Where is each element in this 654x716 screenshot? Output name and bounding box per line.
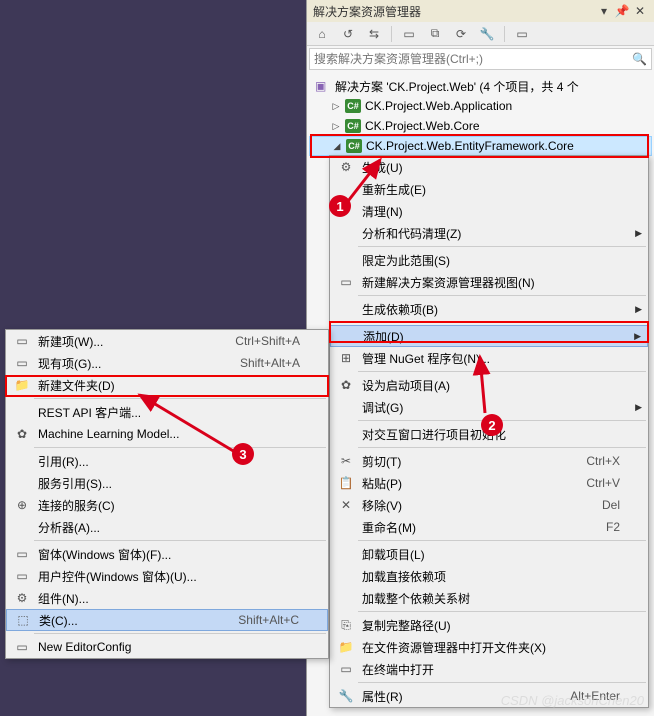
chevron-right-icon: ▶ [634, 331, 641, 342]
menu-copypath[interactable]: ⎘复制完整路径(U) [330, 614, 648, 636]
menu-paste[interactable]: 📋粘贴(P)Ctrl+V [330, 472, 648, 494]
editorconfig-icon: ▭ [10, 636, 34, 658]
csharp-icon: C# [345, 119, 361, 133]
sync-icon[interactable]: ⇆ [363, 24, 385, 44]
annotation-badge-3: 3 [232, 443, 254, 465]
solution-tree: ▣ 解决方案 'CK.Project.Web' (4 个项目，共 4 个 ▷ C… [307, 72, 654, 160]
menu-class[interactable]: ⬚类(C)...Shift+Alt+C [6, 609, 328, 631]
menu-form[interactable]: ▭窗体(Windows 窗体)(F)... [6, 543, 328, 565]
menu-remove[interactable]: ✕移除(V)Del [330, 494, 648, 516]
menu-rest[interactable]: REST API 客户端... [6, 401, 328, 423]
class-icon: ⬚ [11, 609, 35, 631]
menu-cut[interactable]: ✂剪切(T)Ctrl+X [330, 450, 648, 472]
build-icon: ⚙ [334, 156, 358, 178]
component-icon: ⚙ [10, 587, 34, 609]
panel-title: 解决方案资源管理器 [313, 3, 594, 20]
search-input[interactable] [314, 52, 632, 66]
menu-openterm[interactable]: ▭在终端中打开 [330, 658, 648, 680]
menu-builddep[interactable]: 生成依赖项(B)▶ [330, 298, 648, 320]
cut-icon: ✂ [334, 450, 358, 472]
menu-loadtree[interactable]: 加载整个依赖关系树 [330, 587, 648, 609]
delete-icon: ✕ [334, 494, 358, 516]
project-label: CK.Project.Web.Application [365, 99, 512, 113]
show-all-icon[interactable]: ⧉ [424, 24, 446, 44]
menu-scope[interactable]: 限定为此范围(S) [330, 249, 648, 271]
solution-icon: ▣ [315, 79, 331, 93]
menu-loaddep[interactable]: 加载直接依赖项 [330, 565, 648, 587]
menu-rename[interactable]: 重命名(M)F2 [330, 516, 648, 538]
solution-node[interactable]: ▣ 解决方案 'CK.Project.Web' (4 个项目，共 4 个 [309, 76, 652, 96]
menu-analyzer[interactable]: 分析器(A)... [6, 516, 328, 538]
menu-openfolder[interactable]: 📁在文件资源管理器中打开文件夹(X) [330, 636, 648, 658]
chevron-right-icon: ▶ [635, 304, 642, 315]
connected-service-icon: ⊕ [10, 494, 34, 516]
close-icon[interactable]: ✕ [632, 3, 648, 19]
chevron-right-icon: ▶ [635, 228, 642, 239]
project-node[interactable]: ▷ C# CK.Project.Web.Application [309, 96, 652, 116]
project-label: CK.Project.Web.Core [365, 119, 480, 133]
new-item-icon: ▭ [10, 330, 34, 352]
watermark: CSDN @jacksonChen20 [501, 693, 644, 708]
collapse-icon[interactable]: ▭ [398, 24, 420, 44]
menu-component[interactable]: ⚙组件(N)... [6, 587, 328, 609]
expander-icon[interactable]: ▷ [331, 101, 341, 111]
menu-startup[interactable]: ✿设为启动项目(A) [330, 374, 648, 396]
annotation-badge-1: 1 [329, 195, 351, 217]
copy-icon: ⎘ [334, 614, 358, 636]
menu-nuget[interactable]: ⊞管理 NuGet 程序包(N)... [330, 347, 648, 369]
csharp-icon: C# [345, 99, 361, 113]
menu-connsvc[interactable]: ⊕连接的服务(C) [6, 494, 328, 516]
menu-rebuild[interactable]: 重新生成(E) [330, 178, 648, 200]
menu-newfolder[interactable]: 📁新建文件夹(D) [6, 374, 328, 396]
search-icon[interactable]: 🔍 [632, 52, 647, 66]
menu-ml[interactable]: ✿Machine Learning Model... [6, 423, 328, 445]
menu-analyze[interactable]: 分析和代码清理(Z)▶ [330, 222, 648, 244]
menu-editorconfig[interactable]: ▭New EditorConfig [6, 636, 328, 658]
solution-label: 解决方案 'CK.Project.Web' (4 个项目，共 4 个 [335, 78, 579, 95]
home-icon[interactable]: ⌂ [311, 24, 333, 44]
folder-icon: 📁 [10, 374, 34, 396]
menu-clean[interactable]: 清理(N) [330, 200, 648, 222]
add-submenu: ▭新建项(W)...Ctrl+Shift+A ▭现有项(G)...Shift+A… [5, 329, 329, 659]
menu-svcref[interactable]: 服务引用(S)... [6, 472, 328, 494]
wrench-icon: 🔧 [334, 685, 358, 707]
menu-userctl[interactable]: ▭用户控件(Windows 窗体)(U)... [6, 565, 328, 587]
terminal-icon: ▭ [334, 658, 358, 680]
pin-icon[interactable]: 📌 [614, 3, 630, 19]
panel-header: 解决方案资源管理器 ▾ 📌 ✕ [307, 0, 654, 22]
project-node[interactable]: ▷ C# CK.Project.Web.Core [309, 116, 652, 136]
menu-build[interactable]: ⚙生成(U) [330, 156, 648, 178]
refresh-icon[interactable]: ⟳ [450, 24, 472, 44]
new-view-icon: ▭ [334, 271, 358, 293]
project-node-selected[interactable]: ◢ C# CK.Project.Web.EntityFramework.Core [309, 136, 652, 156]
chevron-right-icon: ▶ [635, 402, 642, 413]
preview-icon[interactable]: ▭ [511, 24, 533, 44]
startup-icon: ✿ [334, 374, 358, 396]
properties-icon[interactable]: 🔧 [476, 24, 498, 44]
menu-newview[interactable]: ▭新建解决方案资源管理器视图(N) [330, 271, 648, 293]
search-box[interactable]: 🔍 [309, 48, 652, 70]
project-label: CK.Project.Web.EntityFramework.Core [366, 139, 574, 153]
back-icon[interactable]: ↺ [337, 24, 359, 44]
expander-icon[interactable]: ◢ [332, 141, 342, 151]
nuget-icon: ⊞ [334, 347, 358, 369]
csharp-icon: C# [346, 139, 362, 153]
menu-ref[interactable]: 引用(R)... [6, 450, 328, 472]
menu-newitem[interactable]: ▭新建项(W)...Ctrl+Shift+A [6, 330, 328, 352]
paste-icon: 📋 [334, 472, 358, 494]
menu-existitem[interactable]: ▭现有项(G)...Shift+Alt+A [6, 352, 328, 374]
panel-toolbar: ⌂ ↺ ⇆ ▭ ⧉ ⟳ 🔧 ▭ [307, 22, 654, 46]
existing-item-icon: ▭ [10, 352, 34, 374]
menu-unload[interactable]: 卸载项目(L) [330, 543, 648, 565]
expander-icon[interactable]: ▷ [331, 121, 341, 131]
ml-icon: ✿ [10, 423, 34, 445]
form-icon: ▭ [10, 543, 34, 565]
menu-add[interactable]: 添加(D)▶ [330, 325, 648, 347]
folder-icon: 📁 [334, 636, 358, 658]
user-control-icon: ▭ [10, 565, 34, 587]
panel-menu-icon[interactable]: ▾ [596, 3, 612, 19]
annotation-badge-2: 2 [481, 414, 503, 436]
